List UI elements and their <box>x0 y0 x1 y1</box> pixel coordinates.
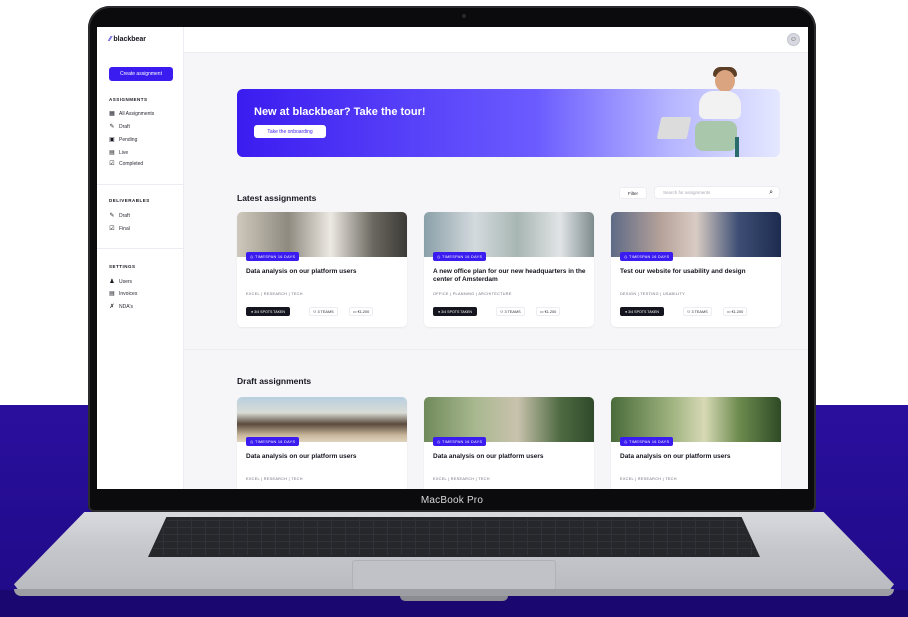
teams-count: ⚇ 3 TEAMS <box>309 307 338 316</box>
trackpad <box>352 560 556 590</box>
section-divider <box>184 349 808 350</box>
banner-title: New at blackbear? Take the tour! <box>254 106 426 118</box>
sidebar-item-ndas[interactable]: ✗ NDA's <box>109 303 133 311</box>
search-input[interactable]: Search for assignments ⌕ <box>654 186 780 199</box>
card-tags: EXCEL | RESEARCH | TECH <box>620 477 677 481</box>
draft-card[interactable]: ◷ TIMESPAN 16 DAYS Data analysis on our … <box>237 397 407 489</box>
timespan-badge: ◷ TIMESPAN 16 DAYS <box>620 437 674 446</box>
card-image <box>424 397 594 442</box>
illustration-person-legs <box>695 121 737 151</box>
card-title: Data analysis on our platform users <box>620 453 731 460</box>
assignment-card[interactable]: ◷ TIMESPAN 16 DAYS Test our website for … <box>611 212 781 327</box>
keyboard-keys <box>150 519 758 555</box>
card-title: Data analysis on our platform users <box>246 268 357 275</box>
timespan-badge: ◷ TIMESPAN 16 DAYS <box>433 252 487 261</box>
sidebar-item-invoices[interactable]: ▤ Invoices <box>109 290 137 298</box>
latest-assignments-title: Latest assignments <box>237 193 317 203</box>
sidebar-item-all-assignments[interactable]: ▦ All Assignments <box>109 110 154 118</box>
sidebar-item-completed[interactable]: ☑ Completed <box>109 160 143 168</box>
sidebar-item-deliverable-draft[interactable]: ✎ Draft <box>109 212 129 220</box>
illustration-person-body <box>699 91 741 119</box>
check-icon: ☑ <box>109 161 115 167</box>
section-title-settings: SETTINGS <box>109 264 136 269</box>
app-logo[interactable]: ⁄⁄ blackbear <box>109 36 146 43</box>
section-title-deliverables: DELIVERABLES <box>109 198 150 203</box>
illustration-stool <box>735 137 739 157</box>
draft-card[interactable]: ◷ TIMESPAN 16 DAYS Data analysis on our … <box>611 397 781 489</box>
camera-icon <box>462 14 466 18</box>
teams-count: ⚇ 3 TEAMS <box>496 307 525 316</box>
avatar[interactable]: ☺ <box>787 33 800 46</box>
price-tag: ▭ €1.200 <box>349 307 373 316</box>
invoice-icon: ▤ <box>109 291 115 297</box>
live-icon: ▤ <box>109 150 115 156</box>
card-tags: OFFICE | PLANNING | ARCHITECTURE <box>433 292 512 296</box>
sidebar-item-users[interactable]: ♟ Users <box>109 278 132 286</box>
create-assignment-button[interactable]: Create assignment <box>109 67 173 81</box>
illustration-laptop <box>656 117 692 139</box>
card-title: A new office plan for our new headquarte… <box>433 268 586 283</box>
pending-icon: ▣ <box>109 137 115 143</box>
timespan-badge: ◷ TIMESPAN 16 DAYS <box>246 252 300 261</box>
bear-icon: ⁄⁄ <box>109 36 112 43</box>
laptop-base-lip <box>14 589 894 596</box>
spots-badge: ● 3/4 SPOTS TAKEN <box>246 307 290 316</box>
card-title: Test our website for usability and desig… <box>620 268 746 275</box>
price-tag: ▭ €1.200 <box>536 307 560 316</box>
card-tags: EXCEL | RESEARCH | TECH <box>246 477 303 481</box>
illustration-person-head <box>715 70 735 92</box>
card-tags: EXCEL | RESEARCH | TECH <box>246 292 303 296</box>
device-label: MacBook Pro <box>420 495 484 506</box>
app-screen: ⁄⁄ blackbear Create assignment ASSIGNMENT… <box>97 27 808 489</box>
check-icon: ☑ <box>109 226 115 232</box>
onboarding-button[interactable]: Take the onboarding <box>254 125 326 138</box>
teams-count: ⚇ 3 TEAMS <box>683 307 712 316</box>
sidebar-divider <box>97 248 184 249</box>
draft-card[interactable]: ◷ TIMESPAN 16 DAYS Data analysis on our … <box>424 397 594 489</box>
card-title: Data analysis on our platform users <box>433 453 544 460</box>
card-tags: DESIGN | TESTING | USABILITY <box>620 292 685 296</box>
card-image <box>237 397 407 442</box>
price-tag: ▭ €1.200 <box>723 307 747 316</box>
nda-icon: ✗ <box>109 304 115 310</box>
onboarding-banner: New at blackbear? Take the tour! Take th… <box>237 67 780 157</box>
search-icon: ⌕ <box>769 189 773 196</box>
card-tags: EXCEL | RESEARCH | TECH <box>433 477 490 481</box>
card-image <box>424 212 594 257</box>
card-image <box>611 397 781 442</box>
user-icon: ♟ <box>109 279 115 285</box>
sidebar-item-live[interactable]: ▤ Live <box>109 149 128 157</box>
pencil-icon: ✎ <box>109 213 115 219</box>
timespan-badge: ◷ TIMESPAN 16 DAYS <box>246 437 300 446</box>
spots-badge: ● 3/4 SPOTS TAKEN <box>620 307 664 316</box>
filter-button[interactable]: Filter <box>619 187 647 199</box>
spots-badge: ● 3/4 SPOTS TAKEN <box>433 307 477 316</box>
sidebar-divider <box>97 184 184 185</box>
laptop-notch <box>400 596 508 601</box>
assignment-card[interactable]: ◷ TIMESPAN 16 DAYS Data analysis on our … <box>237 212 407 327</box>
grid-icon: ▦ <box>109 111 115 117</box>
sidebar: ⁄⁄ blackbear Create assignment ASSIGNMENT… <box>97 27 184 489</box>
sidebar-item-final[interactable]: ☑ Final <box>109 225 130 233</box>
pencil-icon: ✎ <box>109 124 115 130</box>
card-image <box>611 212 781 257</box>
sidebar-item-draft[interactable]: ✎ Draft <box>109 123 129 131</box>
sidebar-item-pending[interactable]: ▣ Pending <box>109 136 137 144</box>
draft-assignments-title: Draft assignments <box>237 376 312 386</box>
card-title: Data analysis on our platform users <box>246 453 357 460</box>
top-bar: ☺ <box>184 27 808 53</box>
card-image <box>237 212 407 257</box>
section-title-assignments: ASSIGNMENTS <box>109 97 148 102</box>
assignment-card[interactable]: ◷ TIMESPAN 16 DAYS A new office plan for… <box>424 212 594 327</box>
timespan-badge: ◷ TIMESPAN 16 DAYS <box>620 252 674 261</box>
timespan-badge: ◷ TIMESPAN 16 DAYS <box>433 437 487 446</box>
